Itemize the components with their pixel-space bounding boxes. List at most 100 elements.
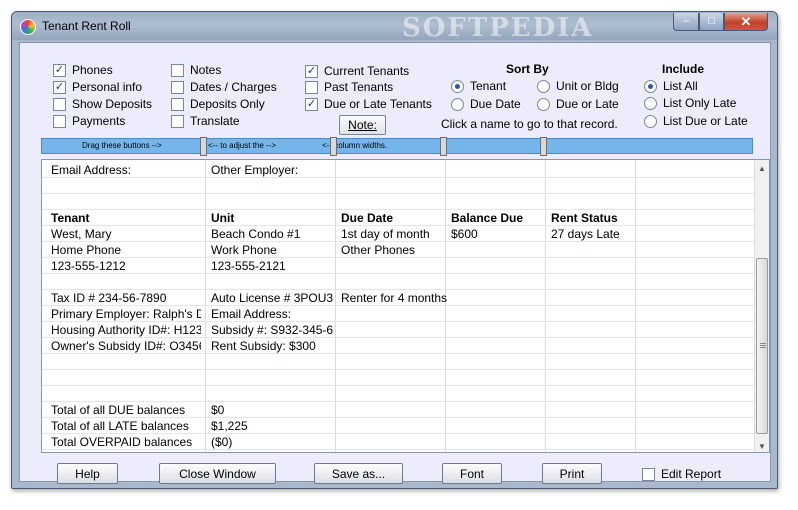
- radio-sort-due-date[interactable]: Due Date: [451, 96, 521, 112]
- table-row[interactable]: [42, 354, 756, 370]
- radio-dot[interactable]: [451, 79, 464, 93]
- checkbox-box[interactable]: ✓: [53, 63, 66, 77]
- column-resize-handle[interactable]: [200, 137, 207, 156]
- table-row[interactable]: Primary Employer: Ralph's D Email Address…: [42, 306, 756, 322]
- checkbox-box[interactable]: [53, 114, 66, 128]
- maximize-button[interactable]: □: [699, 13, 724, 31]
- table-row[interactable]: [42, 194, 756, 210]
- table-cell: [451, 387, 547, 402]
- radio-list-due-or-late[interactable]: List Due or Late: [644, 113, 748, 129]
- radio-list-all[interactable]: List All: [644, 78, 698, 94]
- radio-dot[interactable]: [644, 96, 657, 110]
- checkbox-box[interactable]: [171, 114, 184, 128]
- app-icon: [20, 19, 36, 35]
- table-cell: [551, 195, 641, 210]
- table-cell: [551, 179, 641, 194]
- checkbox-payments[interactable]: Payments: [53, 113, 125, 129]
- checkbox-box[interactable]: [171, 80, 184, 94]
- table-row[interactable]: [42, 370, 756, 386]
- table-cell: [551, 371, 641, 386]
- table-row[interactable]: Total of all DUE balances $0: [42, 402, 756, 418]
- minimize-button[interactable]: –: [673, 13, 699, 31]
- table-row[interactable]: [42, 178, 756, 194]
- table-cell: Rent Status: [551, 211, 618, 225]
- table-row[interactable]: Total OVERPAID balances ($0): [42, 434, 756, 450]
- table-cell: [341, 403, 449, 418]
- font-button[interactable]: Font: [442, 463, 502, 484]
- table-cell: [551, 259, 641, 274]
- table-cell: Unit: [211, 211, 235, 225]
- table-cell: [211, 275, 333, 290]
- radio-dot[interactable]: [537, 97, 550, 111]
- checkbox-due-or-late-tenants[interactable]: ✓ Due or Late Tenants: [305, 96, 432, 112]
- print-button[interactable]: Print: [542, 463, 602, 484]
- table-row[interactable]: Home Phone Work Phone Other Phones: [42, 242, 756, 258]
- radio-dot[interactable]: [451, 97, 464, 111]
- table-row[interactable]: [42, 274, 756, 290]
- radio-list-only-late[interactable]: List Only Late: [644, 95, 736, 111]
- table-cell: [51, 195, 201, 210]
- checkbox-notes[interactable]: Notes: [171, 62, 221, 78]
- checkbox-edit-report[interactable]: Edit Report: [642, 466, 721, 482]
- title-bar[interactable]: SOFTPEDIA Tenant Rent Roll – □ ✕: [12, 12, 777, 43]
- radio-dot[interactable]: [537, 79, 550, 93]
- table-row[interactable]: Housing Authority ID#: H123 Subsidy #: S9…: [42, 322, 756, 338]
- table-row[interactable]: West, Mary Beach Condo #1 1st day of month…: [42, 226, 756, 242]
- note-button[interactable]: Note:: [339, 115, 386, 135]
- table-row[interactable]: Email Address: Other Employer:: [42, 162, 756, 178]
- radio-sort-tenant[interactable]: Tenant: [451, 78, 506, 94]
- table-cell: Email Address:: [211, 307, 292, 321]
- checkbox-box[interactable]: ✓: [305, 97, 318, 111]
- scrollbar-thumb[interactable]: [756, 258, 768, 434]
- radio-dot[interactable]: [644, 79, 657, 93]
- table-cell: 123-555-2121: [211, 259, 286, 273]
- table-row[interactable]: [42, 386, 756, 402]
- table-cell: Email Address:: [51, 163, 132, 177]
- checkbox-show-deposits[interactable]: Show Deposits: [53, 96, 152, 112]
- column-resize-handle[interactable]: [440, 137, 447, 156]
- checkbox-box[interactable]: ✓: [53, 80, 66, 94]
- column-resize-handle[interactable]: [540, 137, 547, 156]
- column-resize-handle[interactable]: [330, 137, 337, 156]
- table-cell: [341, 163, 449, 178]
- table-cell: [451, 291, 547, 306]
- table-row[interactable]: 123-555-1212 123-555-2121: [42, 258, 756, 274]
- close-window-button[interactable]: Close Window: [159, 463, 276, 484]
- table-row[interactable]: Tax ID # 234-56-7890 Auto License # 3POU3…: [42, 290, 756, 306]
- table-cell: Renter for 4 months: [341, 291, 448, 305]
- checkbox-box[interactable]: [171, 97, 184, 111]
- table-row[interactable]: Tenant Unit Due Date Balance Due Rent Status: [42, 210, 756, 226]
- report-grid[interactable]: Email Address: Other Employer: Tenant Unit D…: [41, 159, 770, 453]
- save-as-button[interactable]: Save as...: [314, 463, 403, 484]
- checkbox-translate[interactable]: Translate: [171, 113, 240, 129]
- scroll-up-arrow-icon[interactable]: ▲: [755, 160, 769, 176]
- table-row[interactable]: Total of all LATE balances $1,225: [42, 418, 756, 434]
- checkbox-personal-info[interactable]: ✓ Personal info: [53, 79, 142, 95]
- checkbox-box[interactable]: [642, 467, 655, 481]
- checkbox-phones[interactable]: ✓ Phones: [53, 62, 113, 78]
- checkbox-dates-charges[interactable]: Dates / Charges: [171, 79, 277, 95]
- checkbox-box[interactable]: [53, 97, 66, 111]
- close-window-x-button[interactable]: ✕: [724, 13, 768, 31]
- checkbox-box[interactable]: [171, 63, 184, 77]
- table-cell: [51, 275, 201, 290]
- sort-hint: Click a name to go to that record.: [441, 117, 618, 131]
- help-button[interactable]: Help: [57, 463, 118, 484]
- radio-sort-unit-or-bldg[interactable]: Unit or Bldg: [537, 78, 619, 94]
- checkbox-box[interactable]: ✓: [305, 64, 318, 78]
- checkbox-deposits-only[interactable]: Deposits Only: [171, 96, 265, 112]
- grip-line: [760, 347, 766, 348]
- checkbox-box[interactable]: [305, 80, 318, 94]
- table-cell: [341, 419, 449, 434]
- scroll-down-arrow-icon[interactable]: ▼: [755, 438, 769, 452]
- table-row[interactable]: Owner's Subsidy ID#: O3456 Rent Subsidy: …: [42, 338, 756, 354]
- radio-sort-due-or-late[interactable]: Due or Late: [537, 96, 619, 112]
- table-cell: $1,225: [211, 419, 248, 433]
- table-cell: [451, 435, 547, 450]
- vertical-scrollbar[interactable]: ▲ ▼: [754, 160, 769, 452]
- checkbox-current-tenants[interactable]: ✓ Current Tenants: [305, 63, 409, 79]
- radio-dot[interactable]: [644, 114, 657, 128]
- table-cell: [211, 355, 333, 370]
- checkbox-past-tenants[interactable]: Past Tenants: [305, 79, 393, 95]
- table-cell: [451, 355, 547, 370]
